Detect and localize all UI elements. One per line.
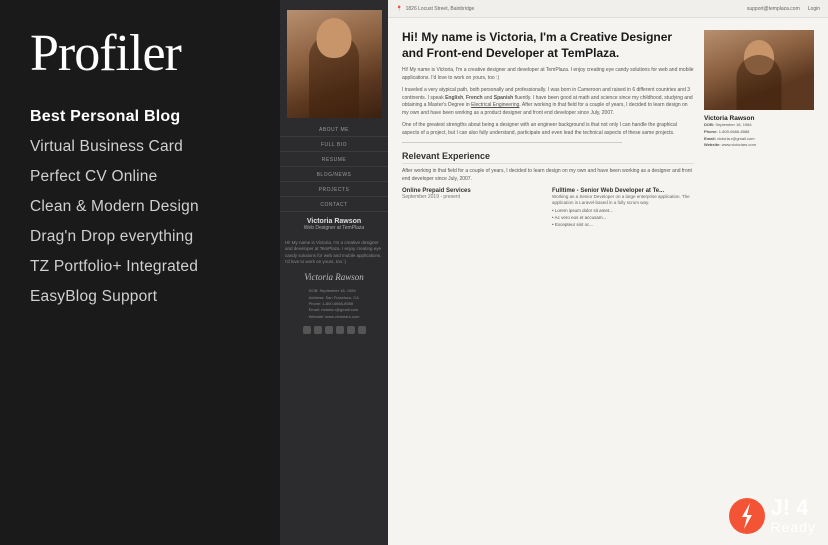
cv-content-inner: Hi! My name is Victoria, I'm a Creative …	[402, 30, 814, 228]
cv-bio: Hi! My name is Victoria, I'm a creative …	[280, 237, 388, 268]
cv-main-content: 📍 1826 Locust Street, Bainbridge support…	[388, 0, 828, 545]
cv-side-profile-photo	[704, 30, 814, 110]
left-panel: Profiler Best Personal Blog Virtual Busi…	[0, 0, 280, 545]
cv-content-main-col: Hi! My name is Victoria, I'm a Creative …	[402, 30, 694, 228]
joomla-badge-area: J! 4 Ready	[728, 497, 816, 535]
joomla-version: J! 4	[771, 497, 809, 519]
right-panel: ABOUT ME FULL BIO RESUME BLOG/NEWS PROJE…	[280, 0, 828, 545]
logo-title: Profiler	[30, 28, 250, 80]
login-link[interactable]: Login	[808, 6, 820, 12]
cv-side-name: Victoria Rawson	[704, 115, 814, 122]
cv-name: Victoria Rawson	[304, 218, 364, 225]
feature-item-4: Drag'n Drop everything	[30, 222, 250, 252]
cv-main-heading: Hi! My name is Victoria, I'm a Creative …	[402, 30, 694, 61]
social-icon-yt[interactable]	[347, 326, 355, 334]
feature-item-3: Clean & Modern Design	[30, 192, 250, 222]
social-icon-tw[interactable]	[314, 326, 322, 334]
cv-contact-dob: DOB: September 18, 1984	[309, 288, 360, 294]
cv-exp2-text: Working as a Senior Developer on a large…	[552, 194, 694, 207]
cv-exp-col2: Fulltime - Senior Web Developer at Te...…	[552, 188, 694, 228]
cv-content-side-col: Victoria Rawson DOB: September 18, 1984 …	[704, 30, 814, 228]
cv-side-email: Email: victoria.r@gmail.com	[704, 136, 814, 143]
social-icon-gp[interactable]	[336, 326, 344, 334]
cv-bullet-2: • Ac vero eos et accusam...	[552, 214, 694, 221]
cv-exp1-date: September 2019 - present	[402, 194, 544, 200]
cv-section-experience: Relevant Experience	[402, 151, 694, 164]
cv-contact-info: DOB: September 18, 1984 Address: San Fra…	[303, 286, 366, 322]
cv-para1: Hi! My name is Victoria, I'm a creative …	[402, 67, 694, 82]
joomla-ready: Ready	[771, 519, 816, 535]
cv-bullet-3: • Excepteur sint oc...	[552, 221, 694, 228]
cv-signature: Victoria Rawson	[299, 268, 369, 286]
cv-side-phone: Phone: 1-800-6666-8588	[704, 129, 814, 136]
cv-topbar: 📍 1826 Locust Street, Bainbridge support…	[388, 0, 828, 18]
social-icon-li[interactable]	[325, 326, 333, 334]
cv-nav-contact[interactable]: CONTACT	[280, 199, 388, 212]
cv-nav-resume[interactable]: RESUME	[280, 154, 388, 167]
cv-exp-col1: Online Prepaid Services September 2019 -…	[402, 188, 544, 228]
cv-nav-blog[interactable]: BLOG/NEWS	[280, 169, 388, 182]
features-list: Best Personal Blog Virtual Business Card…	[30, 102, 250, 312]
cv-side-website: Website: www.victoriars.com	[704, 142, 814, 149]
cv-nav-projects[interactable]: PROJECTS	[280, 184, 388, 197]
cv-contact-email: Email: victoria.r@gmail.com	[309, 307, 360, 313]
support-link[interactable]: support@templaza.com	[747, 6, 800, 12]
cv-content-area: Hi! My name is Victoria, I'm a Creative …	[388, 18, 828, 545]
cv-subtitle: Web Designer at TemPlaza	[304, 225, 364, 231]
cv-nav-about[interactable]: ABOUT ME	[280, 124, 388, 137]
cv-address: 📍 1826 Locust Street, Bainbridge	[396, 6, 474, 12]
cv-para2: I traveled a very atypical path, both pe…	[402, 87, 694, 117]
feature-item-6: EasyBlog Support	[30, 282, 250, 312]
cv-photo-face	[317, 18, 352, 58]
cv-name-section: Victoria Rawson Web Designer at TemPlaza	[298, 212, 370, 237]
feature-item-0: Best Personal Blog	[30, 102, 250, 132]
cv-social-icons	[298, 322, 371, 338]
cv-experience-cols: Online Prepaid Services September 2019 -…	[402, 188, 694, 228]
feature-item-2: Perfect CV Online	[30, 162, 250, 192]
cv-nav-items: ABOUT ME FULL BIO RESUME BLOG/NEWS PROJE…	[280, 124, 388, 212]
cv-contact-website: Website: www.victoriars.com	[309, 314, 360, 320]
social-icon-fb[interactable]	[303, 326, 311, 334]
joomla-icon	[728, 497, 766, 535]
cv-side-dob: DOB: September 18, 1984	[704, 122, 814, 129]
cv-topbar-right: support@templaza.com Login	[747, 6, 820, 12]
cv-nav-bio[interactable]: FULL BIO	[280, 139, 388, 152]
cv-side-info: DOB: September 18, 1984 Phone: 1-800-666…	[704, 122, 814, 149]
joomla-text-group: J! 4 Ready	[771, 497, 816, 535]
cv-bullet-1: • Lorem ipsum dolor sit amet...	[552, 207, 694, 214]
location-icon: 📍	[396, 6, 402, 12]
section-divider	[402, 142, 622, 143]
social-icon-in[interactable]	[358, 326, 366, 334]
cv-side-photo-face	[744, 40, 774, 75]
cv-para3: One of the greatest strengths about bein…	[402, 122, 694, 137]
feature-item-5: TZ Portfolio+ Integrated	[30, 252, 250, 282]
feature-item-1: Virtual Business Card	[30, 132, 250, 162]
cv-profile-photo	[287, 10, 382, 118]
cv-sidebar: ABOUT ME FULL BIO RESUME BLOG/NEWS PROJE…	[280, 0, 388, 545]
cv-exp-intro: After working in that field for a couple…	[402, 168, 694, 183]
